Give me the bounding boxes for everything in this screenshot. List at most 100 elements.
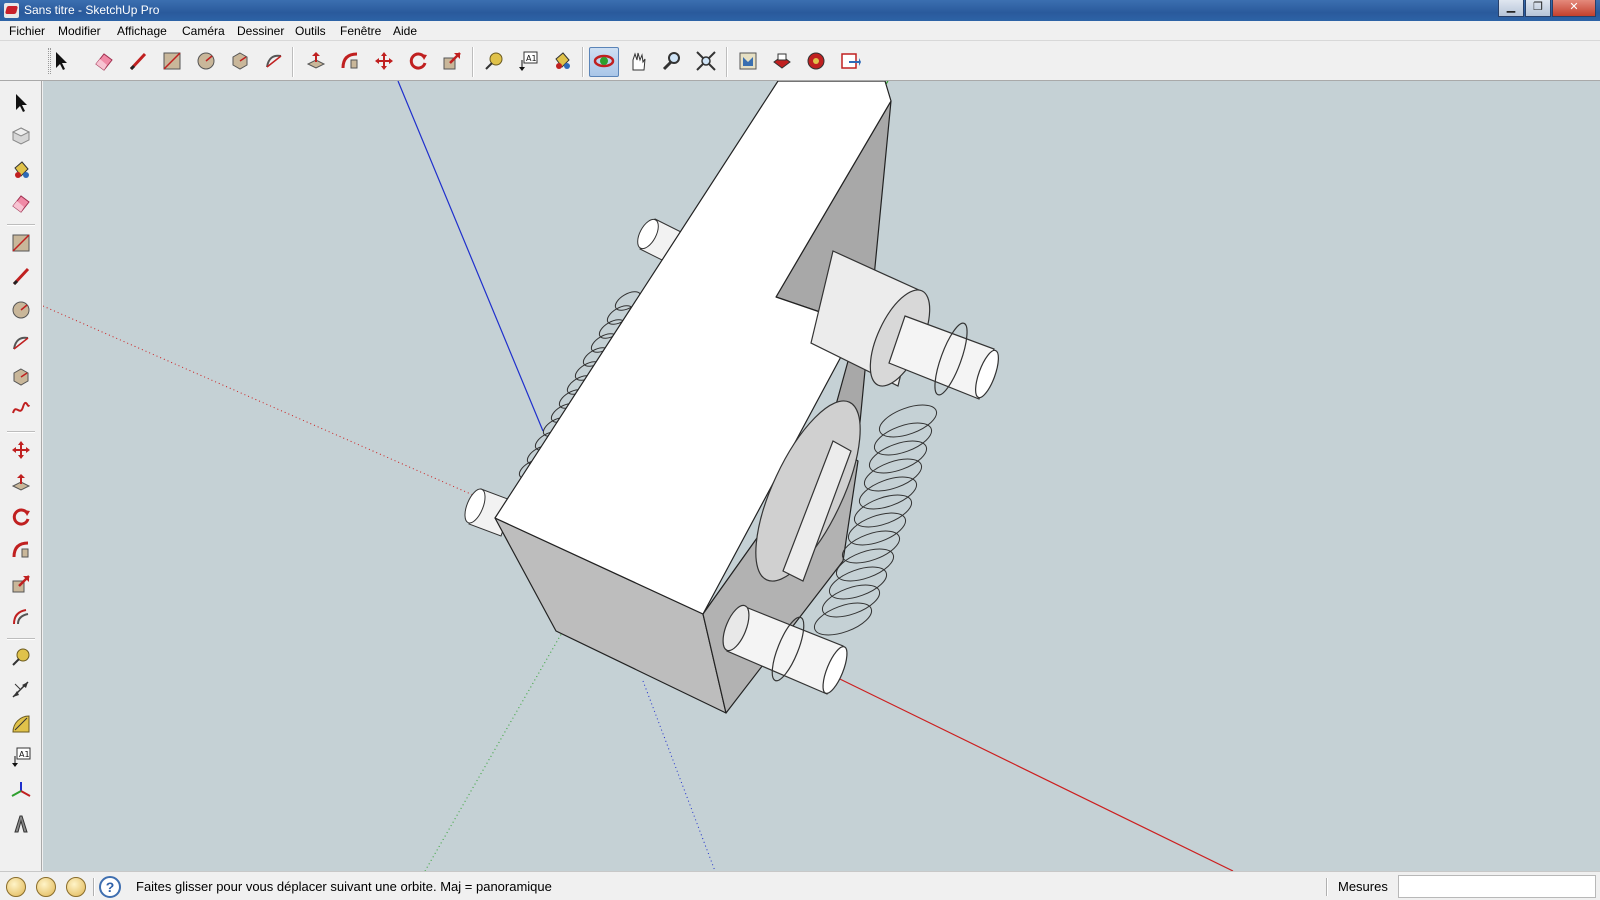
offset-button[interactable] bbox=[6, 604, 36, 634]
freehand-button[interactable] bbox=[6, 397, 36, 427]
menu-fichier[interactable]: Fichier bbox=[9, 24, 45, 38]
move-button[interactable] bbox=[369, 47, 399, 77]
measurements-input[interactable] bbox=[1398, 875, 1596, 898]
line-button[interactable] bbox=[6, 263, 36, 293]
status-message: Faites glisser pour vous déplacer suivan… bbox=[136, 879, 552, 894]
select-button[interactable] bbox=[6, 89, 36, 119]
component-button[interactable] bbox=[6, 123, 36, 153]
pencil-button[interactable] bbox=[123, 47, 153, 77]
main-block bbox=[494, 81, 892, 714]
share-model-icon bbox=[771, 50, 793, 75]
text-button[interactable]: A1 bbox=[513, 47, 543, 77]
pan-button[interactable] bbox=[623, 47, 653, 77]
follow-me-icon bbox=[339, 50, 361, 75]
3d-text-button[interactable] bbox=[6, 811, 36, 841]
3d-viewport[interactable] bbox=[43, 81, 1600, 871]
circle-button[interactable] bbox=[191, 47, 221, 77]
text-button[interactable]: A1 bbox=[6, 744, 36, 774]
protractor-button[interactable] bbox=[6, 710, 36, 740]
arc-icon bbox=[263, 50, 285, 75]
menu-affichage[interactable]: Affichage bbox=[117, 24, 167, 38]
axes-icon bbox=[10, 780, 32, 805]
push-pull-icon bbox=[305, 50, 327, 75]
green-axis-negative bbox=[424, 630, 564, 871]
rectangle-button[interactable] bbox=[157, 47, 187, 77]
credits-icon[interactable] bbox=[36, 877, 56, 897]
export-button[interactable] bbox=[835, 47, 865, 77]
blue-axis bbox=[397, 81, 544, 432]
arc-button[interactable] bbox=[259, 47, 289, 77]
scale-button[interactable] bbox=[6, 570, 36, 600]
maximize-button[interactable]: ❐ bbox=[1525, 0, 1551, 17]
rectangle-icon bbox=[161, 50, 183, 75]
circle-button[interactable] bbox=[6, 296, 36, 326]
menu-camera[interactable]: Caméra bbox=[182, 24, 225, 38]
select-icon bbox=[10, 92, 32, 117]
eraser-button[interactable] bbox=[89, 47, 119, 77]
rotate-icon bbox=[10, 506, 32, 531]
svg-text:A1: A1 bbox=[526, 54, 537, 63]
status-bar: ? Faites glisser pour vous déplacer suiv… bbox=[0, 871, 1600, 900]
scale-button[interactable] bbox=[437, 47, 467, 77]
follow-me-button[interactable] bbox=[6, 537, 36, 567]
status-separator bbox=[1326, 878, 1328, 896]
3d-warehouse-button[interactable] bbox=[733, 47, 763, 77]
arc-button[interactable] bbox=[6, 330, 36, 360]
zoom-extents-button[interactable] bbox=[691, 47, 721, 77]
select-icon bbox=[50, 50, 72, 75]
polygon-icon bbox=[10, 366, 32, 391]
tape-measure-button[interactable] bbox=[479, 47, 509, 77]
orbit-icon bbox=[593, 50, 615, 75]
push-pull-button[interactable] bbox=[6, 470, 36, 500]
3d-warehouse-icon bbox=[737, 50, 759, 75]
toolbar-separator bbox=[292, 47, 294, 77]
move-icon bbox=[373, 50, 395, 75]
zoom-button[interactable] bbox=[657, 47, 687, 77]
rotate-button[interactable] bbox=[6, 503, 36, 533]
protractor-icon bbox=[10, 713, 32, 738]
menu-modifier[interactable]: Modifier bbox=[58, 24, 101, 38]
menu-aide[interactable]: Aide bbox=[393, 24, 417, 38]
pin-right-top bbox=[810, 250, 999, 400]
close-button[interactable]: ✕ bbox=[1552, 0, 1596, 17]
polygon-button[interactable] bbox=[225, 47, 255, 77]
orbit-button[interactable] bbox=[589, 47, 619, 77]
menu-fenetre[interactable]: Fenêtre bbox=[340, 24, 381, 38]
eraser-button[interactable] bbox=[6, 190, 36, 220]
3d-text-icon bbox=[10, 813, 32, 838]
axes-button[interactable] bbox=[6, 777, 36, 807]
user-account-icon[interactable] bbox=[66, 877, 86, 897]
geo-location-icon[interactable] bbox=[6, 877, 26, 897]
push-pull-button[interactable] bbox=[301, 47, 331, 77]
tape-measure-icon bbox=[483, 50, 505, 75]
svg-text:A1: A1 bbox=[19, 750, 30, 759]
paint-bucket-button[interactable] bbox=[547, 47, 577, 77]
follow-me-button[interactable] bbox=[335, 47, 365, 77]
model-canvas[interactable] bbox=[43, 81, 1600, 871]
minimize-button[interactable]: ▁ bbox=[1498, 0, 1524, 17]
rectangle-icon bbox=[10, 232, 32, 257]
follow-me-icon bbox=[10, 539, 32, 564]
menu-outils[interactable]: Outils bbox=[295, 24, 326, 38]
toolbar-separator bbox=[582, 47, 584, 77]
dimension-button[interactable] bbox=[6, 677, 36, 707]
paint-bucket-icon bbox=[10, 159, 32, 184]
toolbar-separator bbox=[472, 47, 474, 77]
blue-axis-negative bbox=[642, 680, 716, 871]
polygon-button[interactable] bbox=[6, 363, 36, 393]
scale-icon bbox=[10, 573, 32, 598]
rectangle-button[interactable] bbox=[6, 229, 36, 259]
pencil-icon bbox=[127, 50, 149, 75]
menu-dessiner[interactable]: Dessiner bbox=[237, 24, 284, 38]
share-model-button[interactable] bbox=[767, 47, 797, 77]
toolbar-separator bbox=[7, 224, 35, 226]
rotate-button[interactable] bbox=[403, 47, 433, 77]
select-button[interactable] bbox=[46, 47, 76, 77]
move-button[interactable] bbox=[6, 436, 36, 466]
text-icon: A1 bbox=[517, 50, 539, 75]
paint-bucket-button[interactable] bbox=[6, 156, 36, 186]
tape-measure-button[interactable] bbox=[6, 643, 36, 673]
menu-bar: Fichier Modifier Affichage Caméra Dessin… bbox=[0, 21, 1600, 41]
help-icon[interactable]: ? bbox=[99, 876, 121, 898]
get-components-button[interactable] bbox=[801, 47, 831, 77]
